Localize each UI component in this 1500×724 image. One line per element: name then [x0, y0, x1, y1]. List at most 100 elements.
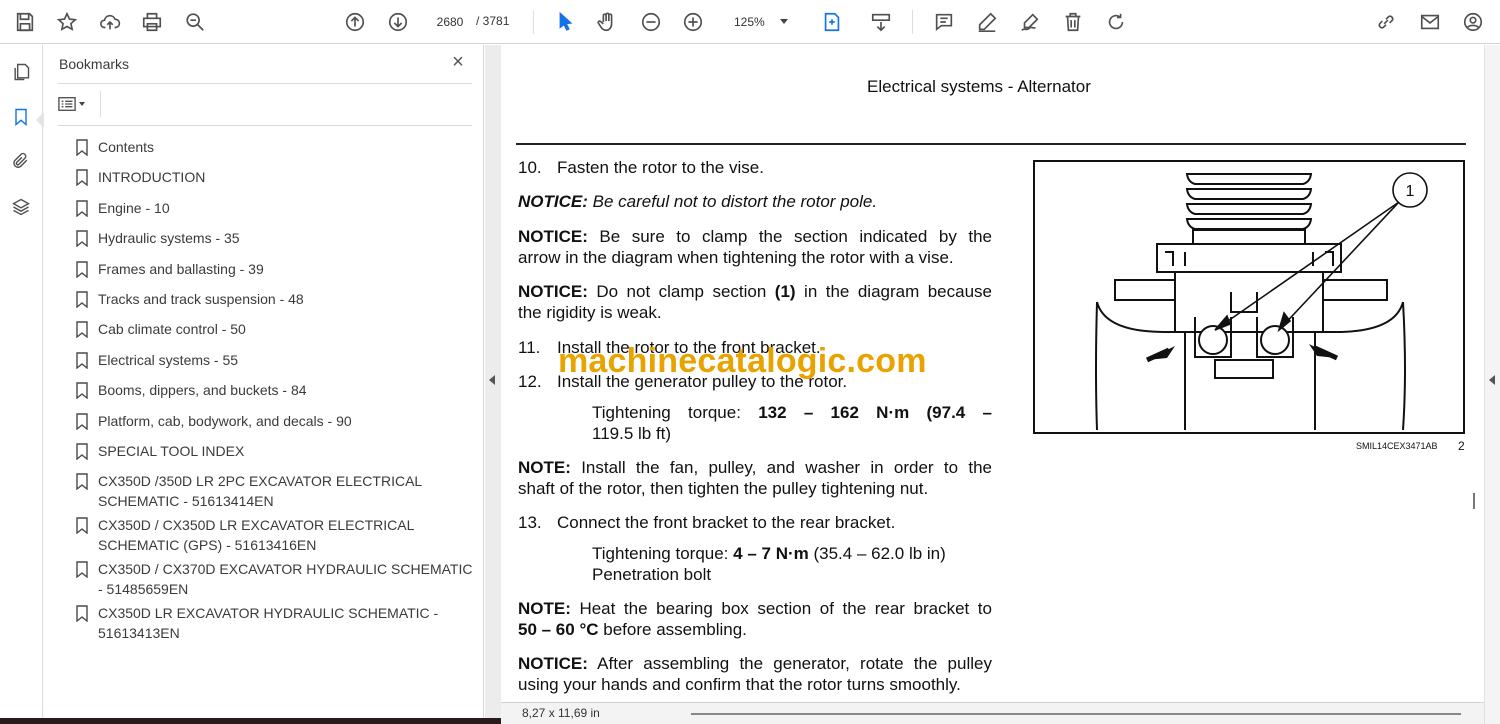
bookmark-label: SPECIAL TOOL INDEX	[98, 442, 245, 459]
bookmark-icon	[76, 260, 88, 279]
chevron-down-icon	[79, 102, 85, 106]
chevron-down-icon	[780, 19, 788, 24]
notice-2-line-2: arrow in the diagram when tightening the…	[518, 248, 954, 267]
bookmark-item[interactable]: INTRODUCTION	[74, 167, 478, 187]
bookmark-icon	[76, 561, 88, 579]
bookmark-icon	[76, 291, 88, 309]
print-icon[interactable]	[137, 7, 167, 37]
page-down-icon[interactable]	[383, 7, 413, 37]
note-2-line-1: NOTE: Heat the bearing box section of th…	[518, 599, 992, 618]
rotate-icon[interactable]	[1101, 7, 1131, 37]
bookmark-item[interactable]: Electrical systems - 55	[74, 350, 478, 370]
bookmark-icon	[76, 230, 88, 248]
zoom-out-icon[interactable]	[636, 7, 666, 37]
panel-divider	[58, 83, 472, 84]
bookmark-item[interactable]: Frames and ballasting - 39	[74, 259, 478, 279]
notice-3-line-1: NOTICE: Do not clamp section (1) in the …	[518, 282, 992, 301]
mail-icon[interactable]	[1415, 7, 1445, 37]
bookmark-label: CX350D LR EXCAVATOR HYDRAULIC SCHEMATIC …	[98, 605, 439, 642]
bookmark-label: Platform, cab, bodywork, and decals - 90	[98, 412, 352, 429]
account-icon[interactable]	[1458, 7, 1488, 37]
page-number-input[interactable]: 2680	[428, 10, 472, 34]
attachment-icon[interactable]	[9, 149, 33, 173]
bookmark-icon	[76, 605, 88, 623]
bookmark-label: CX350D / CX370D EXCAVATOR HYDRAULIC SCHE…	[98, 561, 473, 598]
comment-icon[interactable]	[929, 7, 959, 37]
star-icon[interactable]	[52, 7, 82, 37]
expand-right-panel-icon[interactable]	[1489, 375, 1495, 385]
zoom-select[interactable]: 125%	[726, 10, 796, 34]
header-rule	[516, 143, 1466, 145]
panel-divider	[100, 91, 101, 117]
bookmark-label: Tracks and track suspension - 48	[98, 290, 304, 307]
bookmark-item[interactable]: SPECIAL TOOL INDEX	[74, 441, 478, 461]
bookmark-item[interactable]: Cab climate control - 50	[74, 319, 478, 339]
hand-pan-icon[interactable]	[592, 7, 622, 37]
bookmark-icon	[76, 139, 88, 157]
bookmark-icon	[76, 517, 88, 535]
page-header: Electrical systems - Alternator	[867, 77, 1091, 96]
rotor-diagram: 1	[1033, 160, 1465, 434]
rotor-illustration: 1	[1095, 162, 1428, 431]
delete-icon[interactable]	[1058, 7, 1088, 37]
callout-label: 1	[1406, 183, 1415, 200]
panel-title: Bookmarks	[59, 56, 130, 72]
navigation-rail	[0, 45, 43, 724]
layers-icon[interactable]	[9, 195, 33, 219]
notice-2-line-1: NOTICE: Be sure to clamp the section ind…	[518, 227, 992, 246]
highlight-pen-icon[interactable]	[972, 7, 1002, 37]
bookmark-label: CX350D /350D LR 2PC EXCAVATOR ELECTRICAL…	[98, 473, 422, 510]
page-total: / 3781	[476, 14, 510, 28]
bookmark-item[interactable]: CX350D / CX350D LR EXCAVATOR ELECTRICAL …	[74, 515, 478, 555]
pages-icon[interactable]	[9, 60, 33, 84]
zoom-in-icon[interactable]	[678, 7, 708, 37]
torque-1-line-1: Tightening torque: 132 – 162 N·m (97.4 –	[592, 403, 992, 422]
bookmark-icon	[76, 473, 88, 491]
bookmark-item[interactable]: CX350D LR EXCAVATOR HYDRAULIC SCHEMATIC …	[74, 603, 478, 643]
sign-icon[interactable]	[1015, 7, 1045, 37]
note-2-line-2: 50 – 60 °C before assembling.	[518, 620, 747, 639]
bookmark-item[interactable]: Tracks and track suspension - 48	[74, 289, 478, 309]
close-icon[interactable]: ×	[448, 52, 468, 73]
bookmark-item[interactable]: Contents	[74, 137, 478, 157]
bookmark-options-menu[interactable]	[58, 93, 96, 115]
cloud-upload-icon[interactable]	[95, 7, 125, 37]
scroll-mode-icon[interactable]	[866, 7, 896, 37]
figure-index: 2	[1458, 439, 1465, 453]
bookmark-icon	[76, 169, 88, 187]
page-size: 8,27 x 11,69 in	[522, 706, 600, 720]
fit-page-icon[interactable]	[812, 7, 852, 37]
zoom-value: 125%	[734, 15, 765, 29]
note-1-line-1: NOTE: Install the fan, pulley, and washe…	[518, 458, 992, 477]
notice-1: NOTICE: Be careful not to distort the ro…	[518, 192, 878, 211]
torque-2-line-2: Penetration bolt	[592, 565, 712, 584]
bookmark-item[interactable]: CX350D /350D LR 2PC EXCAVATOR ELECTRICAL…	[74, 471, 478, 511]
bookmark-item[interactable]: Hydraulic systems - 35	[74, 228, 478, 248]
bookmark-label: INTRODUCTION	[98, 169, 206, 186]
figure-code: SMIL14CEX3471AB	[1356, 441, 1438, 451]
bookmark-item[interactable]: Platform, cab, bodywork, and decals - 90	[74, 411, 478, 431]
bookmark-label: Cab climate control - 50	[98, 321, 246, 338]
bookmark-label: CX350D / CX350D LR EXCAVATOR ELECTRICAL …	[98, 517, 414, 554]
bookmark-item[interactable]: Booms, dippers, and buckets - 84	[74, 380, 478, 400]
bookmark-label: Contents	[98, 139, 155, 155]
horizontal-scrollbar[interactable]	[691, 713, 1461, 715]
share-link-icon[interactable]	[1371, 7, 1401, 37]
bookmark-list: Contents INTRODUCTION Engine - 10 Hydraulic…	[74, 137, 478, 647]
page-up-icon[interactable]	[340, 7, 370, 37]
vertical-scrollbar-thumb[interactable]	[1473, 493, 1475, 509]
bookmark-label: Frames and ballasting - 39	[98, 260, 264, 277]
bookmarks-panel: Bookmarks × Contents INTRODUCTION Engine -…	[44, 45, 484, 724]
note-1-line-2: shaft of the rotor, then tighten the pul…	[518, 479, 929, 498]
bookmark-icon	[76, 412, 88, 430]
options-list-icon	[58, 97, 76, 111]
collapse-panel-icon[interactable]	[489, 375, 495, 385]
bookmark-item[interactable]: CX350D / CX370D EXCAVATOR HYDRAULIC SCHE…	[74, 559, 478, 599]
bookmark-icon	[76, 443, 88, 461]
zoom-search-icon[interactable]	[180, 7, 210, 37]
save-icon[interactable]	[10, 7, 40, 37]
select-cursor-icon[interactable]	[550, 7, 580, 37]
bookmark-item[interactable]: Engine - 10	[74, 198, 478, 218]
bookmark-icon[interactable]	[9, 105, 33, 129]
main-toolbar: 2680 / 3781 125%	[0, 0, 1500, 44]
